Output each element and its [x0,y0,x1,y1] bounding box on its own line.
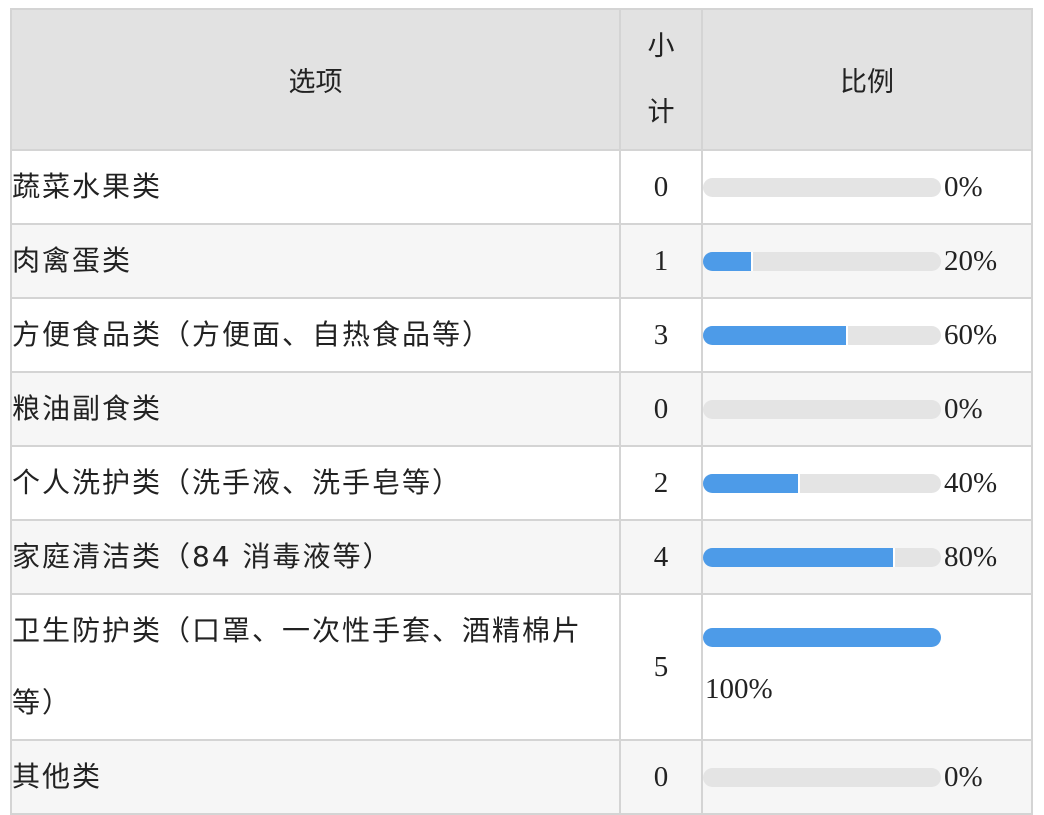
percent-label: 60% [944,318,998,351]
count-value: 0 [619,371,703,447]
option-label: 粮油副食类 [10,371,621,447]
percent-label: 40% [944,466,998,499]
percent-label: 0% [944,392,983,425]
progress-bar [703,473,941,493]
ratio-cell: 60% [701,297,1033,373]
progress-bar [703,251,941,271]
option-label: 方便食品类（方便面、自热食品等） [10,297,621,373]
ratio-cell: 20% [701,223,1033,299]
ratio-cell: 100% [701,593,1033,741]
progress-bar [703,399,941,419]
option-label: 个人洗护类（洗手液、洗手皂等） [10,445,621,521]
percent-label: 0% [944,170,983,203]
ratio-cell: 0% [701,371,1033,447]
progress-bar [703,547,941,567]
table-header-row: 选项 小计 比例 [10,8,1033,151]
percent-label: 100% [705,673,773,705]
survey-results-table: 选项 小计 比例 蔬菜水果类 0 0% 肉禽蛋类 1 20% 方便食品类（方便面… [10,8,1033,815]
table-row: 方便食品类（方便面、自热食品等） 3 60% [10,297,1033,373]
header-count: 小计 [619,8,703,151]
header-option: 选项 [10,8,621,151]
percent-label: 80% [944,540,998,573]
table-row: 其他类 0 0% [10,739,1033,815]
progress-bar [703,767,941,787]
progress-fill [703,628,941,647]
header-ratio: 比例 [701,8,1033,151]
progress-fill [703,325,848,345]
progress-bar [703,325,941,345]
count-value: 4 [619,519,703,595]
progress-fill [703,251,753,271]
count-value: 0 [619,149,703,225]
header-count-line1: 小 [647,30,675,62]
option-label: 卫生防护类（口罩、一次性手套、酒精棉片等） [10,593,621,741]
progress-bar [703,628,941,647]
count-value: 0 [619,739,703,815]
count-value: 1 [619,223,703,299]
ratio-cell: 0% [701,739,1033,815]
progress-fill [703,547,896,567]
option-label: 肉禽蛋类 [10,223,621,299]
progress-fill [703,473,801,493]
count-value: 3 [619,297,703,373]
option-label: 蔬菜水果类 [10,149,621,225]
count-value: 5 [619,593,703,741]
table-row: 粮油副食类 0 0% [10,371,1033,447]
table-row: 家庭清洁类（84 消毒液等） 4 80% [10,519,1033,595]
option-label: 家庭清洁类（84 消毒液等） [10,519,621,595]
percent-label: 20% [944,244,998,277]
count-value: 2 [619,445,703,521]
table-row: 蔬菜水果类 0 0% [10,149,1033,225]
ratio-cell: 0% [701,149,1033,225]
progress-bar [703,177,941,197]
table-row: 肉禽蛋类 1 20% [10,223,1033,299]
option-label: 其他类 [10,739,621,815]
ratio-cell: 40% [701,445,1033,521]
percent-label: 0% [944,760,983,793]
header-count-line2: 计 [647,96,675,128]
ratio-cell: 80% [701,519,1033,595]
table-row: 个人洗护类（洗手液、洗手皂等） 2 40% [10,445,1033,521]
table-row: 卫生防护类（口罩、一次性手套、酒精棉片等） 5 100% [10,593,1033,741]
